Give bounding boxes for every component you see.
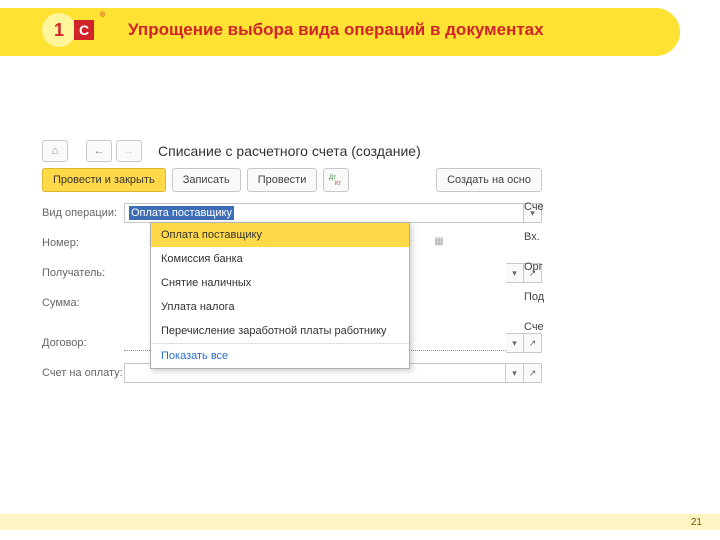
contract-dropdown[interactable]: ▾ [506,333,524,353]
dd-item-2[interactable]: Снятие наличных [151,271,409,295]
calendar-icon[interactable]: ▦ [432,234,446,248]
dd-show-all[interactable]: Показать все [151,343,409,368]
right-label-3: Орг [524,256,544,278]
dd-item-4[interactable]: Перечисление заработной платы работнику [151,319,409,343]
toolbar: Провести и закрыть Записать Провести Дт … [42,168,542,192]
footer-stripe [0,514,720,530]
right-label-2: Вх. [524,226,544,248]
nav-row: ⌂ ← → Списание с расчетного счета (созда… [42,140,542,162]
forward-button[interactable]: → [116,140,142,162]
page-number: 21 [691,517,702,528]
label-payee: Получатель: [42,267,124,279]
label-op-type: Вид операции: [42,207,124,219]
label-invoice: Счет на оплату: [42,367,124,379]
post-and-close-button[interactable]: Провести и закрыть [42,168,166,192]
right-label-5: Сче [524,316,544,338]
op-type-dropdown-list: Оплата поставщику Комиссия банка Снятие … [150,222,410,369]
save-button[interactable]: Записать [172,168,241,192]
home-button[interactable]: ⌂ [42,140,68,162]
dtkt-icon: Дт Кт [329,173,343,187]
right-label-4: Под [524,286,544,308]
label-contract: Договор: [42,337,124,349]
dd-item-1[interactable]: Комиссия банка [151,247,409,271]
logo-1: 1 [42,13,76,47]
create-based-on-button[interactable]: Создать на осно [436,168,542,192]
label-number: Номер: [42,237,124,249]
back-button[interactable]: ← [86,140,112,162]
dd-item-3[interactable]: Уплата налога [151,295,409,319]
right-label-1: Сче [524,196,544,218]
op-type-input[interactable]: Оплата поставщику [124,203,524,223]
logo-1c: 1 C ® [42,10,100,50]
logo-registered: ® [100,12,105,19]
post-button[interactable]: Провести [247,168,318,192]
invoice-dropdown[interactable]: ▾ [506,363,524,383]
label-sum: Сумма: [42,297,124,309]
logo-c: C [74,20,94,40]
dtkt-icon-button[interactable]: Дт Кт [323,168,349,192]
right-labels-column: Сче Вх. Орг Под Сче [524,196,544,338]
dd-item-0[interactable]: Оплата поставщику [151,223,409,247]
slide-title: Упрощение выбора вида операций в докумен… [128,20,544,40]
svg-text:Кт: Кт [335,181,341,187]
payee-dropdown[interactable]: ▾ [506,263,524,283]
invoice-open[interactable]: ↗ [524,363,542,383]
document-title: Списание с расчетного счета (создание) [158,143,421,159]
row-op-type: Вид операции: Оплата поставщику ▾ [42,202,542,224]
